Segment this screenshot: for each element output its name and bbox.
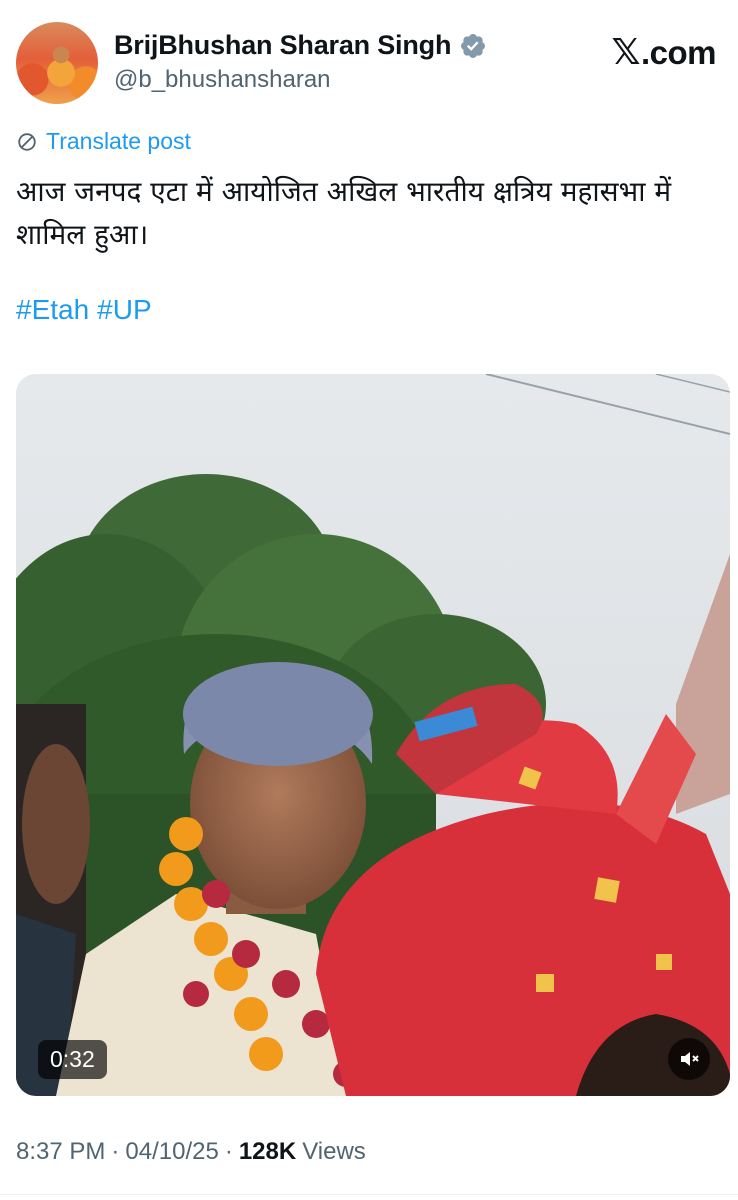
divider	[0, 1194, 738, 1195]
verified-badge-icon	[461, 33, 486, 58]
hashtag-link[interactable]: #Etah	[16, 294, 89, 326]
meta-separator: ·	[224, 1138, 233, 1165]
brand-watermark: 𝕏 .com	[611, 32, 716, 73]
hashtags: #Etah #UP	[16, 294, 152, 326]
x-logo-icon: 𝕏	[611, 32, 640, 73]
video-duration: 0:32	[38, 1040, 107, 1079]
views-label: Views	[302, 1138, 366, 1165]
author-name-row: BrijBhushan Sharan Singh	[114, 30, 487, 61]
translate-post-link[interactable]: Translate post	[16, 128, 191, 155]
author-name[interactable]: BrijBhushan Sharan Singh	[114, 30, 451, 61]
video-player[interactable]: 0:32	[16, 374, 730, 1096]
post-time[interactable]: 8:37 PM	[16, 1138, 105, 1166]
post-date[interactable]: 04/10/25	[125, 1138, 218, 1166]
video-frame	[16, 374, 730, 1096]
author-avatar[interactable]	[16, 22, 98, 104]
post-text: आज जनपद एटा में आयोजित अखिल भारतीय क्षत्…	[16, 175, 672, 251]
muted-speaker-icon	[681, 1052, 699, 1066]
translate-label: Translate post	[46, 128, 191, 154]
post-metadata: 8:37 PM · 04/10/25 · 128K Views	[16, 1138, 366, 1166]
views-count: 128K	[238, 1138, 297, 1165]
brand-label: .com	[640, 33, 717, 71]
mute-button[interactable]	[668, 1038, 710, 1080]
hashtag-link[interactable]: #UP	[97, 294, 151, 326]
author-handle[interactable]: @b_bhushansharan	[114, 66, 331, 94]
globe-icon	[18, 132, 36, 151]
meta-separator: ·	[111, 1138, 120, 1165]
